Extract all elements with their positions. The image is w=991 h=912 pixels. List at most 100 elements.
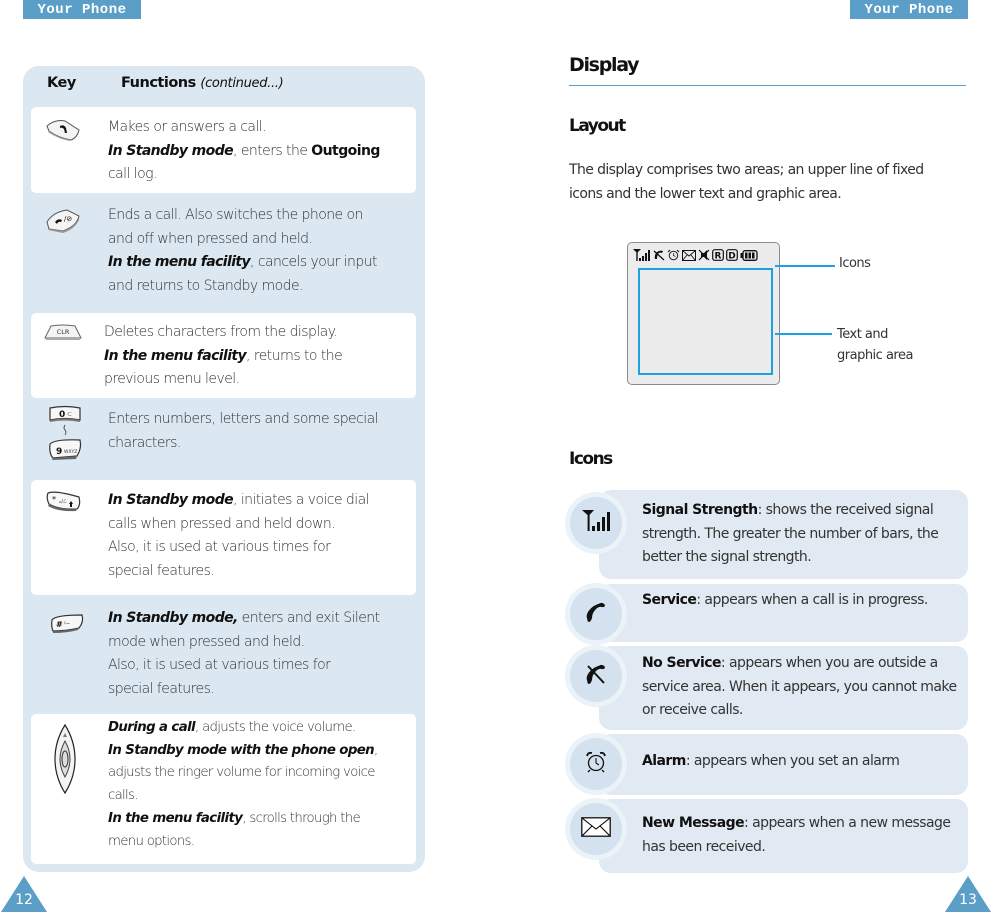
battery-icon	[740, 246, 758, 265]
section-tab-left: Your Phone	[23, 0, 141, 19]
no-service-icon	[586, 664, 606, 688]
icon-desc: Service: appears when a call is in progr…	[642, 589, 960, 613]
no-service-icon	[653, 246, 665, 265]
service-icon	[586, 602, 606, 626]
hash-key-icon: # ♮⌣	[49, 612, 85, 638]
clear-key-label: CLR	[57, 328, 70, 336]
callout-line-icons	[775, 265, 835, 267]
message-icon	[682, 246, 696, 265]
svg-text:⊂: ⊂	[67, 411, 72, 418]
icon-description: : appears when you set an alarm	[685, 753, 900, 769]
callout-line-text-area	[775, 333, 832, 335]
icon-item-new-message: New Message: appears when a new message …	[565, 798, 968, 873]
key-row-end-power: /⊘ Ends a call. Also switches the phone …	[31, 198, 416, 310]
key-desc: During a call, adjusts the voice volume.…	[108, 717, 412, 853]
column-header-functions: Functions (continued...)	[121, 75, 284, 91]
desc-line: calls when pressed and held down.	[108, 515, 336, 532]
key-desc: Enters numbers, letters and some special…	[108, 408, 412, 455]
callout-label-line2: graphic area	[837, 348, 913, 363]
desc-line: characters.	[108, 434, 181, 451]
key-row-hash: # ♮⌣ In Standby mode, enters and exit Si…	[31, 600, 416, 710]
subsection-title-icons: Icons	[569, 449, 613, 469]
new-message-icon	[581, 817, 611, 841]
desc-line: call log.	[108, 166, 157, 182]
svg-text:0: 0	[59, 410, 65, 420]
display-diagram: R D	[627, 242, 780, 385]
desc-line: Enters numbers, letters and some special	[108, 411, 379, 427]
number-keys-icon: 0 ⊂ 9 WXYZ	[47, 404, 83, 472]
roaming-R-icon: R	[712, 246, 724, 265]
icon-name: No Service	[642, 655, 721, 671]
functions-label: Functions	[121, 75, 196, 91]
key-functions-panel: Key Functions (continued...) Makes or an…	[23, 66, 425, 872]
text-graphic-area	[638, 268, 773, 375]
layout-description: The display comprises two areas; an uppe…	[569, 162, 924, 202]
key-row-clear: CLR Deletes characters from the display.…	[31, 313, 416, 398]
digital-D-icon: D	[726, 246, 738, 265]
desc-line: In the menu facility, scrolls through th…	[108, 810, 361, 826]
desc-line: Also, it is used at various times for	[108, 539, 331, 555]
desc-line: previous menu level.	[104, 371, 240, 387]
signal-icon	[633, 246, 651, 265]
icon-name: Signal Strength	[642, 502, 758, 518]
page-number-right-text: 13	[959, 892, 977, 908]
icon-desc: No Service: appears when you are outside…	[642, 652, 960, 723]
callout-label-icons: Icons	[839, 256, 871, 271]
desc-line: Ends a call. Also switches the phone on	[108, 207, 363, 223]
desc-line: special features.	[108, 562, 215, 579]
subsection-title-layout: Layout	[569, 116, 626, 136]
desc-line: and off when pressed and held.	[108, 230, 313, 247]
desc-line: In Standby mode, enters and exit Silent	[108, 610, 380, 626]
icon-name: New Message	[642, 815, 745, 831]
desc-line: Also, it is used at various times for	[108, 657, 331, 673]
key-row-number-keys: 0 ⊂ 9 WXYZ Enters numbers, letters and s…	[31, 402, 416, 474]
icon-item-alarm: Alarm: appears when you set an alarm	[565, 733, 968, 795]
column-header-key: Key	[47, 75, 76, 91]
icon-item-service: Service: appears when a call is in progr…	[565, 583, 968, 645]
alarm-icon	[667, 246, 680, 265]
svg-text:ℴ/ℒ: ℴ/ℒ	[59, 499, 67, 505]
alarm-icon	[585, 751, 607, 777]
key-desc: Deletes characters from the display. In t…	[104, 321, 412, 392]
desc-line: In the menu facility, returns to the	[104, 347, 343, 364]
page-number-right: 13	[944, 874, 991, 912]
section-tab-right: Your Phone	[850, 0, 968, 19]
desc-line: calls.	[108, 788, 139, 804]
desc-line: In Standby mode with the phone open,	[108, 742, 378, 758]
callout-label-line1: Text and	[837, 327, 888, 342]
silent-icon	[698, 246, 710, 265]
svg-text:#: #	[56, 620, 63, 629]
desc-line: special features.	[108, 680, 215, 697]
page-number-left-text: 12	[15, 892, 33, 908]
svg-text:9: 9	[56, 447, 62, 457]
signal-strength-icon	[582, 510, 610, 536]
send-key-icon	[45, 118, 81, 146]
svg-text:D: D	[728, 251, 735, 261]
icon-desc: New Message: appears when a new message …	[642, 812, 960, 859]
desc-line: and returns to Standby mode.	[108, 277, 303, 294]
volume-key-icon	[53, 723, 77, 799]
svg-text:WXYZ: WXYZ	[64, 449, 77, 455]
desc-line: In the menu facility, cancels your input	[108, 254, 378, 270]
title-divider	[569, 85, 966, 86]
desc-line: During a call, adjusts the voice volume.	[108, 720, 356, 735]
clear-key-icon: CLR	[43, 323, 83, 345]
icon-name: Service	[642, 592, 697, 608]
icon-desc: Alarm: appears when you set an alarm	[642, 750, 960, 774]
svg-text:*: *	[52, 495, 56, 504]
key-row-star: * ℴ/ℒ In Standby mode, initiates a voice…	[31, 480, 416, 595]
star-key-icon: * ℴ/ℒ	[45, 489, 83, 517]
key-desc: In Standby mode, initiates a voice dial c…	[108, 489, 412, 583]
key-desc: Ends a call. Also switches the phone on a…	[108, 204, 412, 298]
desc-line: Makes or answers a call.	[108, 119, 267, 135]
key-desc: In Standby mode, enters and exit Silent m…	[108, 607, 412, 701]
key-row-volume: During a call, adjusts the voice volume.…	[31, 714, 416, 864]
icon-item-no-service: No Service: appears when you are outside…	[565, 645, 968, 730]
continued-note: (continued...)	[200, 76, 284, 91]
icon-desc: Signal Strength: shows the received sign…	[642, 499, 960, 570]
page-number-left: 12	[0, 874, 48, 912]
status-icon-bar: R D	[633, 247, 758, 263]
desc-line: In Standby mode, initiates a voice dial	[108, 492, 370, 508]
desc-line: Deletes characters from the display.	[104, 324, 338, 340]
section-title-display: Display	[569, 54, 640, 76]
